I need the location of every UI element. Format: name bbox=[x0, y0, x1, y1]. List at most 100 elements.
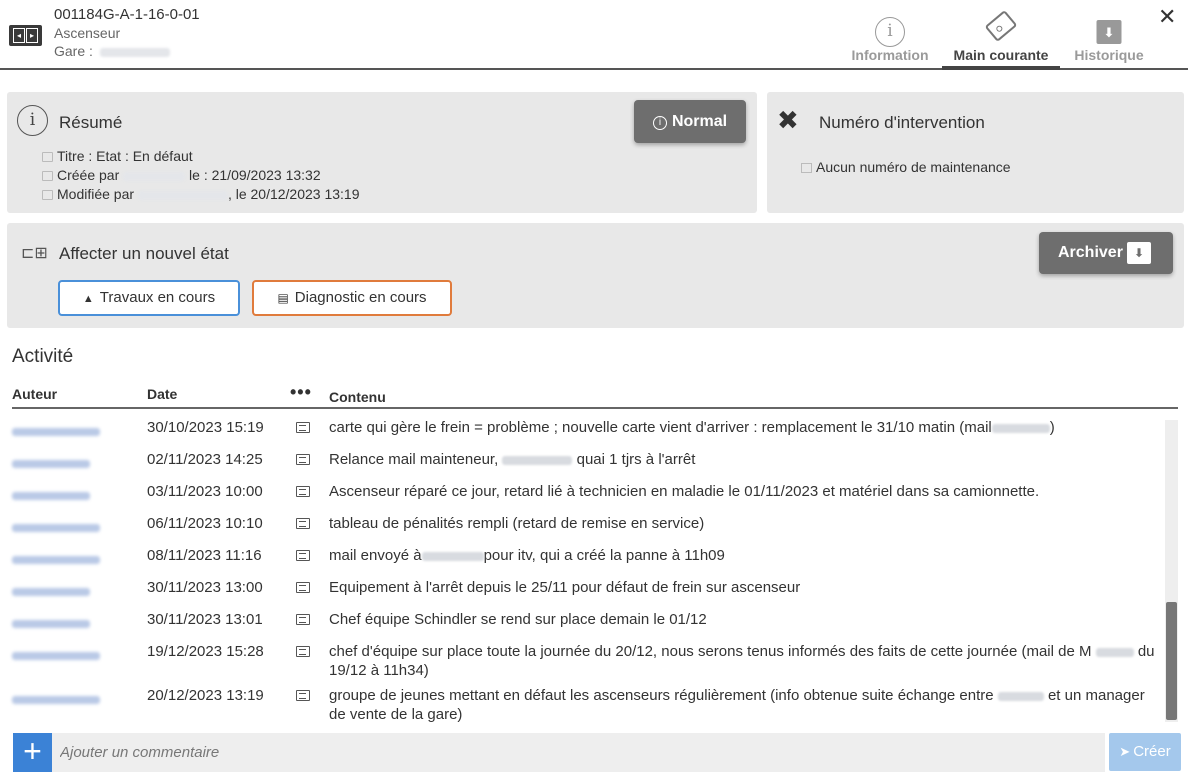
row-date: 03/11/2023 10:00 bbox=[147, 483, 263, 500]
activity-list[interactable]: 30/10/2023 15:19 carte qui gère le frein… bbox=[0, 414, 1165, 724]
row-content: tableau de pénalités rempli (retard de r… bbox=[329, 514, 1159, 533]
edit-icon bbox=[42, 152, 53, 162]
row-text: Chef équipe Schindler se rend sur place … bbox=[329, 611, 707, 628]
row-text: ) bbox=[1049, 419, 1055, 436]
row-date: 19/12/2023 15:28 bbox=[147, 643, 264, 660]
meta-titre-text: Titre : Etat : En défaut bbox=[57, 148, 193, 164]
comment-icon bbox=[296, 646, 310, 657]
equipment-type: Ascenseur bbox=[54, 25, 121, 41]
author-redacted bbox=[12, 492, 90, 501]
equipment-code: 001184G-A-1-16-0-01 bbox=[54, 6, 200, 23]
row-text: tableau de pénalités rempli (retard de r… bbox=[329, 515, 705, 532]
calendar-icon bbox=[42, 190, 53, 200]
archiver-button[interactable]: Archiver ⬇ bbox=[1039, 232, 1173, 274]
activity-scrollbar[interactable] bbox=[1165, 420, 1178, 722]
comment-icon bbox=[296, 518, 310, 529]
row-text: mail envoyé à bbox=[329, 547, 422, 564]
travaux-label: Travaux en cours bbox=[99, 289, 216, 306]
row-date: 02/11/2023 14:25 bbox=[147, 451, 263, 468]
modifiee-suffix: , le 20/12/2023 13:19 bbox=[227, 186, 360, 202]
row-date: 20/12/2023 13:19 bbox=[147, 687, 264, 704]
header: ◂ ▸ 001184G-A-1-16-0-01 Ascenseur Gare : … bbox=[0, 0, 1188, 70]
add-attachment-button[interactable]: + bbox=[13, 733, 52, 772]
gare-label: Gare : bbox=[54, 43, 93, 59]
row-date: 30/11/2023 13:00 bbox=[147, 579, 263, 596]
row-content: mail envoyé à pour itv, qui a créé la pan… bbox=[329, 546, 1159, 565]
tab-main-courante[interactable]: Main courante bbox=[942, 9, 1060, 70]
author-redacted bbox=[12, 556, 100, 565]
tag-icon bbox=[984, 9, 1018, 43]
scrollbar-thumb[interactable] bbox=[1166, 602, 1177, 720]
comment-icon bbox=[296, 614, 310, 625]
row-content: carte qui gère le frein = problème ; nou… bbox=[329, 418, 1159, 437]
column-date[interactable]: Date bbox=[147, 386, 177, 402]
comment-icon bbox=[296, 454, 310, 465]
row-content: chef d'équipe sur place toute la journée… bbox=[329, 642, 1159, 680]
creee-suffix: le : 21/09/2023 13:32 bbox=[189, 167, 321, 183]
create-comment-button[interactable]: ➤ Créer bbox=[1109, 733, 1181, 771]
intervention-text: Aucun numéro de maintenance bbox=[801, 159, 1011, 175]
etat-panel: ⊏⊞ Affecter un nouvel état ▲ Travaux en c… bbox=[7, 223, 1184, 328]
comment-icon bbox=[296, 422, 310, 433]
info-icon: i bbox=[652, 116, 667, 130]
archive-box-icon: ⬇ bbox=[1127, 242, 1151, 264]
author-redacted bbox=[12, 428, 100, 437]
row-content: Chef équipe Schindler se rend sur place … bbox=[329, 610, 1159, 629]
info-icon: i bbox=[17, 105, 48, 136]
comment-icon bbox=[296, 582, 310, 593]
resume-panel: i Résumé Titre : Etat : En défaut Créée … bbox=[7, 92, 757, 213]
more-options-icon[interactable]: ••• bbox=[290, 382, 312, 403]
travaux-en-cours-button[interactable]: ▲ Travaux en cours bbox=[58, 280, 240, 316]
row-text: Relance mail mainteneur, bbox=[329, 451, 499, 468]
row-content: Ascenseur réparé ce jour, retard lié à t… bbox=[329, 482, 1159, 501]
author-redacted bbox=[12, 588, 90, 597]
equipment-gare: Gare : bbox=[54, 43, 170, 59]
modifier-redacted bbox=[137, 190, 228, 200]
row-date: 30/10/2023 15:19 bbox=[147, 419, 264, 436]
intervention-text-value: Aucun numéro de maintenance bbox=[816, 159, 1011, 175]
edit-icon bbox=[801, 163, 812, 173]
row-text: quai 1 tjrs à l'arrêt bbox=[576, 451, 696, 468]
tab-historique-label: Historique bbox=[1074, 47, 1144, 63]
diagnostic-en-cours-button[interactable]: ▤ Diagnostic en cours bbox=[252, 280, 452, 316]
header-divider bbox=[12, 407, 1178, 409]
meta-titre: Titre : Etat : En défaut bbox=[42, 148, 193, 164]
elevator-icon: ◂ ▸ bbox=[9, 25, 42, 46]
comment-input[interactable] bbox=[52, 733, 1105, 772]
activity-title: Activité bbox=[12, 346, 74, 367]
tab-information[interactable]: i Information bbox=[843, 12, 937, 68]
column-auteur[interactable]: Auteur bbox=[12, 386, 57, 402]
status-normal-button[interactable]: i Normal bbox=[634, 100, 746, 143]
modifiee-prefix: Modifiée par bbox=[57, 186, 135, 202]
author-redacted bbox=[12, 620, 90, 629]
status-normal-label: Normal bbox=[671, 113, 728, 130]
row-date: 06/11/2023 10:10 bbox=[147, 515, 263, 532]
close-icon[interactable]: ✕ bbox=[1158, 4, 1176, 30]
info-icon: i bbox=[875, 17, 905, 47]
redacted bbox=[991, 423, 1050, 433]
calendar-icon bbox=[42, 171, 53, 181]
meta-modifiee: Modifiée par , le 20/12/2023 13:19 bbox=[42, 186, 360, 202]
cone-icon: ▲ bbox=[82, 293, 94, 305]
author-redacted bbox=[12, 524, 100, 533]
tab-information-label: Information bbox=[851, 47, 929, 63]
comment-icon bbox=[296, 486, 310, 497]
creee-prefix: Créée par bbox=[57, 167, 120, 183]
author-redacted bbox=[12, 460, 90, 469]
row-date: 08/11/2023 11:16 bbox=[147, 547, 262, 564]
tab-main-courante-label: Main courante bbox=[953, 47, 1049, 63]
row-text: carte qui gère le frein = problème ; nou… bbox=[329, 419, 992, 436]
tools-icon: ✖ bbox=[777, 105, 799, 135]
row-text: pour itv, qui a créé la panne à 11h09 bbox=[483, 547, 725, 564]
comment-icon bbox=[296, 690, 310, 701]
column-contenu[interactable]: Contenu bbox=[329, 389, 386, 405]
meta-creee: Créée par le : 21/09/2023 13:32 bbox=[42, 167, 321, 183]
row-content: groupe de jeunes mettant en défaut les a… bbox=[329, 686, 1159, 724]
row-text: chef d'équipe sur place toute la journée… bbox=[329, 643, 1092, 660]
tab-historique[interactable]: ⬇ Historique bbox=[1064, 12, 1154, 68]
archiver-label: Archiver bbox=[1058, 244, 1123, 261]
author-redacted bbox=[12, 696, 100, 705]
intervention-panel: ✖ Numéro d'intervention Aucun numéro de … bbox=[767, 92, 1184, 213]
row-text: groupe de jeunes mettant en défaut les a… bbox=[329, 687, 994, 704]
hierarchy-icon: ⊏⊞ bbox=[21, 245, 48, 262]
